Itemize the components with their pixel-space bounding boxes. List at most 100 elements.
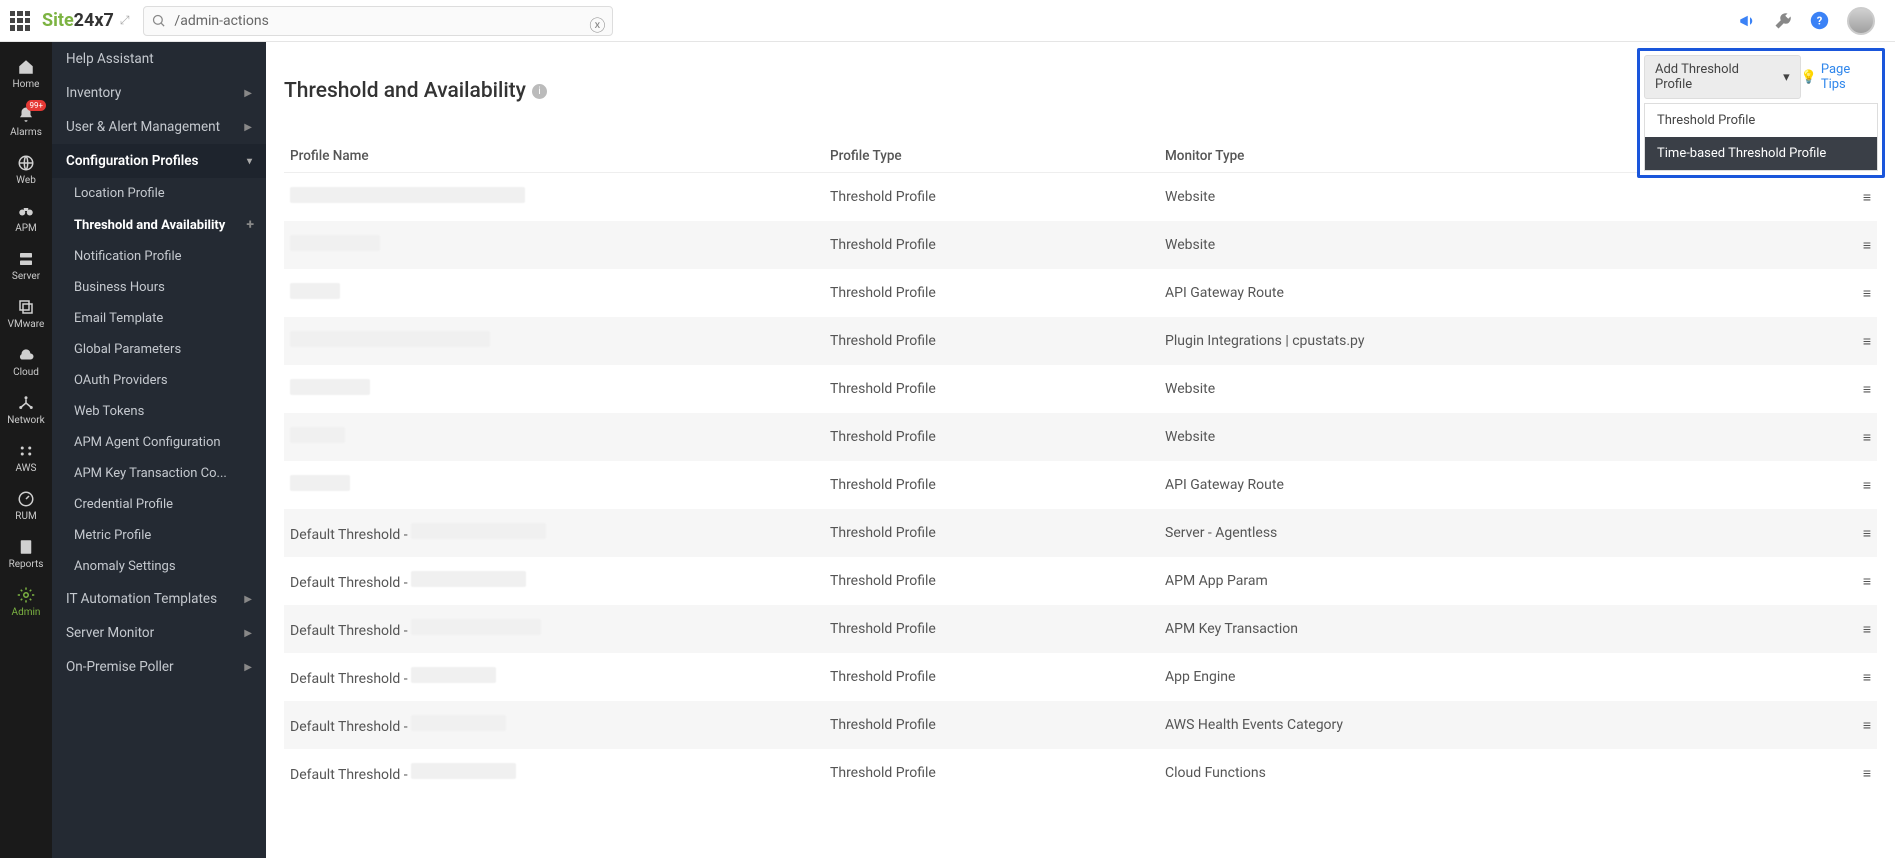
sidenav-item-global-parameters[interactable]: Global Parameters xyxy=(64,334,266,365)
sidenav-label: Location Profile xyxy=(74,186,165,201)
page-tips-link[interactable]: 💡 Page Tips xyxy=(1801,62,1878,92)
cell-profile-name: Default Threshold - xyxy=(284,605,824,653)
table-row[interactable]: Default Threshold - Threshold Profile AP… xyxy=(284,557,1877,605)
rail-item-aws[interactable]: AWS xyxy=(0,434,52,482)
wrench-icon[interactable] xyxy=(1774,12,1792,30)
rail-item-rum[interactable]: RUM xyxy=(0,482,52,530)
add-profile-dropdown-menu: Threshold Profile Time-based Threshold P… xyxy=(1644,103,1878,171)
sidenav-item-credential-profile[interactable]: Credential Profile xyxy=(64,489,266,520)
sidenav-item-on-premise-poller[interactable]: On-Premise Poller▶ xyxy=(52,650,266,684)
table-row[interactable]: Default Threshold - Threshold Profile Cl… xyxy=(284,749,1877,797)
rail-item-home[interactable]: Home xyxy=(0,50,52,98)
table-row[interactable]: Threshold Profile Website ≡ xyxy=(284,221,1877,269)
network-icon xyxy=(17,394,35,412)
rail-item-cloud[interactable]: Cloud xyxy=(0,338,52,386)
info-icon[interactable]: i xyxy=(532,84,547,99)
add-threshold-profile-button[interactable]: Add Threshold Profile ▾ xyxy=(1644,55,1801,99)
search-icon xyxy=(151,13,166,28)
user-avatar[interactable] xyxy=(1847,7,1875,35)
svg-text:?: ? xyxy=(1817,14,1823,27)
row-actions-icon[interactable]: ≡ xyxy=(1837,173,1877,222)
sidenav-item-user-alert-management[interactable]: User & Alert Management ▶ xyxy=(52,110,266,144)
row-actions-icon[interactable]: ≡ xyxy=(1837,461,1877,509)
sidenav-label: Web Tokens xyxy=(74,404,144,419)
table-row[interactable]: Default Threshold - Threshold Profile AW… xyxy=(284,701,1877,749)
row-actions-icon[interactable]: ≡ xyxy=(1837,557,1877,605)
rail-item-network[interactable]: Network xyxy=(0,386,52,434)
rail-item-apm[interactable]: APM xyxy=(0,194,52,242)
sidenav-label: Metric Profile xyxy=(74,528,151,543)
row-actions-icon[interactable]: ≡ xyxy=(1837,605,1877,653)
nav-rail: HomeAlarms99+WebAPMServer VMware Cloud Netw… xyxy=(0,42,52,858)
apps-grid-icon[interactable] xyxy=(10,11,30,31)
rail-label: VMware xyxy=(8,319,45,330)
sidenav-label: User & Alert Management xyxy=(66,119,220,135)
table-row[interactable]: Threshold Profile API Gateway Route ≡ xyxy=(284,269,1877,317)
rail-item-server[interactable]: Server xyxy=(0,242,52,290)
chevron-right-icon: ▶ xyxy=(244,122,252,133)
rail-item-admin[interactable]: Admin xyxy=(0,578,52,626)
caret-down-icon: ▾ xyxy=(1783,70,1790,85)
sidenav-item-web-tokens[interactable]: Web Tokens xyxy=(64,396,266,427)
rail-label: Reports xyxy=(9,559,44,570)
row-actions-icon[interactable]: ≡ xyxy=(1837,653,1877,701)
search-input[interactable] xyxy=(143,6,613,36)
sidenav-item-inventory[interactable]: Inventory▶ xyxy=(52,76,266,110)
sidenav-item-server-monitor[interactable]: Server Monitor▶ xyxy=(52,616,266,650)
sidenav-label: Notification Profile xyxy=(74,249,182,264)
table-row[interactable]: Threshold Profile API Gateway Route ≡ xyxy=(284,461,1877,509)
sidenav-item-help-assistant[interactable]: Help Assistant xyxy=(52,42,266,76)
row-actions-icon[interactable]: ≡ xyxy=(1837,509,1877,557)
sidenav-item-email-template[interactable]: Email Template xyxy=(64,303,266,334)
clear-search-icon[interactable]: ⓧ xyxy=(589,12,605,36)
row-actions-icon[interactable]: ≡ xyxy=(1837,701,1877,749)
cloud-icon xyxy=(17,346,35,364)
table-row[interactable]: Default Threshold - Threshold Profile Ap… xyxy=(284,653,1877,701)
side-nav: Help AssistantInventory▶User & Alert Man… xyxy=(52,42,266,858)
table-row[interactable]: Default Threshold - Threshold Profile Se… xyxy=(284,509,1877,557)
sidenav-label: Credential Profile xyxy=(74,497,173,512)
sidenav-item-apm-agent-configuration[interactable]: APM Agent Configuration xyxy=(64,427,266,458)
row-actions-icon[interactable]: ≡ xyxy=(1837,317,1877,365)
chevron-right-icon: ▶ xyxy=(244,628,252,639)
col-profile-type[interactable]: Profile Type xyxy=(824,140,1159,173)
table-row[interactable]: Threshold Profile Website ≡ xyxy=(284,173,1877,222)
dropdown-item-threshold-profile[interactable]: Threshold Profile xyxy=(1645,104,1877,137)
table-row[interactable]: Threshold Profile Website ≡ xyxy=(284,365,1877,413)
col-profile-name[interactable]: Profile Name xyxy=(284,140,824,173)
top-header: Site24x7 ⤢ ⓧ ? xyxy=(0,0,1895,42)
expand-icon[interactable]: ⤢ xyxy=(120,13,130,28)
table-row[interactable]: Default Threshold - Threshold Profile AP… xyxy=(284,605,1877,653)
announcement-icon[interactable] xyxy=(1738,12,1756,30)
sidenav-item-location-profile[interactable]: Location Profile xyxy=(64,178,266,209)
sidenav-label: IT Automation Templates xyxy=(66,591,217,607)
sidenav-section-configuration-profiles[interactable]: Configuration Profiles▾ xyxy=(52,144,266,178)
rail-label: Network xyxy=(7,415,44,426)
sidenav-item-business-hours[interactable]: Business Hours xyxy=(64,272,266,303)
sidenav-label: Global Parameters xyxy=(74,342,181,357)
row-actions-icon[interactable]: ≡ xyxy=(1837,221,1877,269)
table-row[interactable]: Threshold Profile Plugin Integrations | … xyxy=(284,317,1877,365)
row-actions-icon[interactable]: ≡ xyxy=(1837,365,1877,413)
chevron-right-icon: ▶ xyxy=(244,662,252,673)
dropdown-item-time-based-threshold-profile[interactable]: Time-based Threshold Profile xyxy=(1645,137,1877,170)
help-icon[interactable]: ? xyxy=(1810,11,1829,30)
sidenav-item-it-automation-templates[interactable]: IT Automation Templates▶ xyxy=(52,582,266,616)
rail-item-vmware[interactable]: VMware xyxy=(0,290,52,338)
rail-item-web[interactable]: Web xyxy=(0,146,52,194)
row-actions-icon[interactable]: ≡ xyxy=(1837,269,1877,317)
sidenav-item-oauth-providers[interactable]: OAuth Providers xyxy=(64,365,266,396)
sidenav-item-anomaly-settings[interactable]: Anomaly Settings xyxy=(64,551,266,582)
rail-item-reports[interactable]: Reports xyxy=(0,530,52,578)
row-actions-icon[interactable]: ≡ xyxy=(1837,749,1877,797)
plus-icon[interactable]: + xyxy=(246,217,254,233)
table-row[interactable]: Threshold Profile Website ≡ xyxy=(284,413,1877,461)
sidenav-item-threshold-and-availability[interactable]: Threshold and Availability+ xyxy=(64,209,266,241)
sidenav-item-metric-profile[interactable]: Metric Profile xyxy=(64,520,266,551)
aws-icon xyxy=(17,442,35,460)
sidenav-label: Inventory xyxy=(66,85,121,101)
row-actions-icon[interactable]: ≡ xyxy=(1837,413,1877,461)
rail-item-alarms[interactable]: Alarms99+ xyxy=(0,98,52,146)
sidenav-item-notification-profile[interactable]: Notification Profile xyxy=(64,241,266,272)
sidenav-item-apm-key-transaction-co-[interactable]: APM Key Transaction Co... xyxy=(64,458,266,489)
